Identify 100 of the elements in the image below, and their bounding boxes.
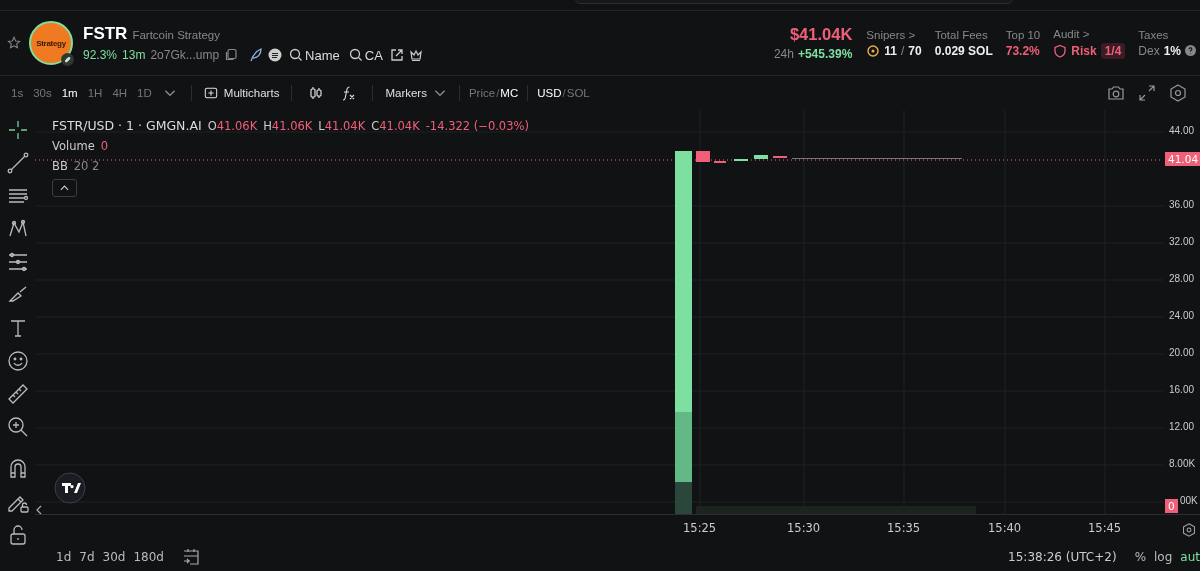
chevron-up-icon xyxy=(60,185,69,191)
currency-toggle[interactable]: USD xyxy=(536,85,563,101)
smile-tool-icon[interactable] xyxy=(5,349,30,373)
shield-icon xyxy=(1053,43,1068,58)
price-change: -14.322 (−0.03%) xyxy=(425,118,529,133)
star-icon[interactable] xyxy=(7,36,21,50)
crown-icon[interactable] xyxy=(408,48,423,62)
price-change: +545.39% xyxy=(797,47,853,61)
settings-icon[interactable] xyxy=(1169,84,1187,102)
volume-label: Volume xyxy=(52,139,95,153)
top10-percent: 73.2% xyxy=(1005,43,1041,58)
currency-toggle[interactable]: SOL xyxy=(565,85,591,101)
tradingview-logo[interactable] xyxy=(54,472,86,504)
dex-tax: 1% xyxy=(1163,43,1181,58)
feather-icon[interactable] xyxy=(249,48,264,62)
interval-tab[interactable]: 30s xyxy=(28,85,57,101)
price-label: 00K xyxy=(1180,495,1198,506)
volume-badge: 0 xyxy=(1165,499,1178,513)
token-price: $41.04K xyxy=(789,25,853,44)
ohlc-value: L41.04K xyxy=(318,118,366,133)
circle-lines-icon[interactable] xyxy=(268,48,283,62)
price-label: 24.00 xyxy=(1169,310,1195,321)
separator: / xyxy=(562,87,566,99)
interval-tab[interactable]: 1m xyxy=(56,85,83,101)
multicharts-button[interactable]: Multicharts xyxy=(199,84,284,102)
price-label: 8.00K xyxy=(1169,458,1196,469)
indicator-icon[interactable] xyxy=(340,85,357,101)
percent-toggle[interactable]: % xyxy=(1130,550,1151,564)
external-link-icon[interactable] xyxy=(389,48,404,62)
indicator-label: BB xyxy=(52,159,68,173)
time-label: 15:45 xyxy=(1088,521,1122,535)
price-label: 20.00 xyxy=(1169,347,1195,358)
price-label: 36.00 xyxy=(1169,199,1195,210)
risk-score: 1/4 xyxy=(1100,42,1126,59)
help-icon[interactable] xyxy=(1185,45,1196,56)
time-label: 15:30 xyxy=(787,521,821,535)
separator: / xyxy=(901,43,905,58)
candle xyxy=(754,155,768,159)
range-button[interactable]: 7d xyxy=(75,550,99,564)
expand-icon[interactable] xyxy=(1138,84,1156,102)
price-label: 32.00 xyxy=(1169,236,1195,247)
risk-label: Risk xyxy=(1071,43,1097,58)
range-button[interactable]: 30d xyxy=(98,550,130,564)
indicator-params: 20 2 xyxy=(73,159,100,173)
snipers-link[interactable]: Snipers > xyxy=(866,28,922,41)
price-label: 44.00 xyxy=(1169,125,1195,136)
stat-label: Top 10 xyxy=(1005,28,1041,41)
camera-icon[interactable] xyxy=(1107,84,1125,102)
interval-tab[interactable]: 1D xyxy=(132,85,157,101)
range-button[interactable]: 1d xyxy=(52,550,76,564)
value-mode-toggle[interactable]: MC xyxy=(499,85,520,101)
separator: / xyxy=(496,87,500,99)
settings-icon[interactable] xyxy=(1182,522,1196,537)
dex-label: Dex xyxy=(1138,43,1160,58)
range-button[interactable]: 180d xyxy=(129,550,168,564)
candlestick-icon[interactable] xyxy=(308,85,325,101)
price-label: 12.00 xyxy=(1169,421,1195,432)
logo-text: Strategy xyxy=(36,38,66,48)
target-icon xyxy=(866,43,881,58)
snipers-count: 11 xyxy=(884,43,897,58)
interval-tab[interactable]: 1s xyxy=(6,85,29,101)
ohlc-value: C41.04K xyxy=(371,118,420,133)
time-label: 15:40 xyxy=(988,521,1022,535)
zoom-tool-icon[interactable] xyxy=(5,415,30,439)
price-label: 16.00 xyxy=(1169,384,1195,395)
last-price-badge: 41.04 xyxy=(1165,152,1200,166)
clock-time: 15:38:26 (UTC+2) xyxy=(1008,550,1117,564)
calendar-icon[interactable] xyxy=(181,548,200,566)
total-fees: 0.029 SOL xyxy=(934,43,993,58)
token-name: Fartcoin Strategy xyxy=(132,28,220,41)
audit-link[interactable]: Audit > xyxy=(1053,27,1126,40)
pill-icon xyxy=(61,53,74,66)
collapse-button[interactable] xyxy=(52,179,77,197)
ohlc-value: H41.06K xyxy=(263,118,313,133)
markers-dropdown[interactable]: Markers xyxy=(381,84,451,102)
holders-percent: 92.3% xyxy=(83,48,118,62)
interval-tab[interactable]: 4H xyxy=(107,85,133,101)
token-symbol: FSTR xyxy=(83,23,128,44)
snipers-total: 70 xyxy=(908,43,922,58)
candle xyxy=(696,151,710,162)
token-age: 13m xyxy=(122,48,146,62)
period-label: 24h xyxy=(773,47,794,61)
ohlc-value: O41.06K xyxy=(207,118,258,133)
token-address: 2o7Gk...ump xyxy=(150,48,220,62)
time-label: 15:35 xyxy=(887,521,921,535)
stat-label: Total Fees xyxy=(934,28,989,41)
stat-label: Taxes xyxy=(1138,28,1170,41)
value-mode-toggle[interactable]: Price xyxy=(467,85,497,101)
copy-icon[interactable] xyxy=(224,48,239,62)
search-link[interactable]: CA xyxy=(346,47,385,63)
search-icon xyxy=(348,48,363,62)
search-link[interactable]: Name xyxy=(287,47,342,63)
interval-tab[interactable]: 1H xyxy=(82,85,108,101)
auto-toggle[interactable]: aut xyxy=(1176,550,1200,564)
search-icon xyxy=(289,48,304,62)
line-tool-icon[interactable] xyxy=(5,151,30,175)
chart-title: FSTR/USD · 1 · GMGN.AI xyxy=(52,118,202,133)
price-label: 28.00 xyxy=(1169,273,1195,284)
log-toggle[interactable]: log xyxy=(1150,550,1177,564)
time-label: 15:25 xyxy=(683,521,717,535)
